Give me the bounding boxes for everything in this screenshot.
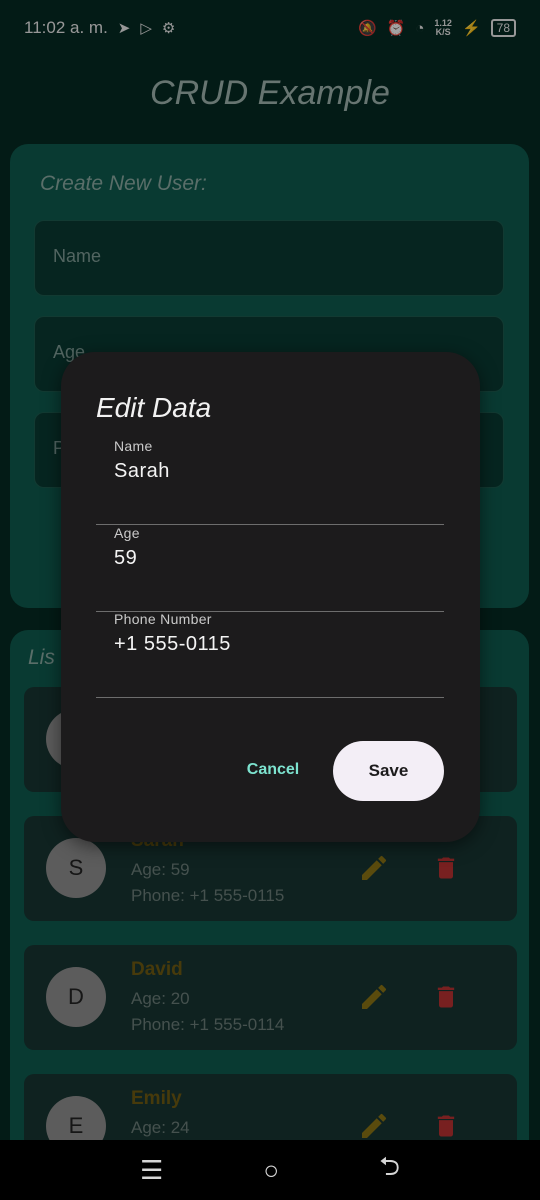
dialog-title: Edit Data — [96, 392, 212, 423]
field-label: Age — [114, 525, 140, 541]
recents-icon[interactable]: ☰ — [140, 1155, 163, 1186]
field-value: +1 555-0115 — [114, 633, 231, 655]
edit-dialog: Edit Data Name Sarah Age 59 Phone Number… — [61, 352, 480, 842]
back-icon[interactable]: ⮌ — [379, 1148, 400, 1192]
save-button[interactable]: Save — [333, 741, 444, 801]
home-icon[interactable]: ○ — [263, 1155, 279, 1186]
field-value: Sarah — [114, 460, 170, 482]
field-label: Phone Number — [114, 611, 212, 627]
edit-age-field[interactable]: Age 59 — [96, 525, 444, 612]
system-nav-bar: ☰ ○ ⮌ — [0, 1140, 540, 1200]
edit-phone-field[interactable]: Phone Number +1 555-0115 — [96, 611, 444, 698]
cancel-button[interactable]: Cancel — [231, 750, 315, 790]
edit-name-field[interactable]: Name Sarah — [96, 438, 444, 525]
field-label: Name — [114, 438, 153, 454]
field-value: 59 — [114, 547, 138, 569]
